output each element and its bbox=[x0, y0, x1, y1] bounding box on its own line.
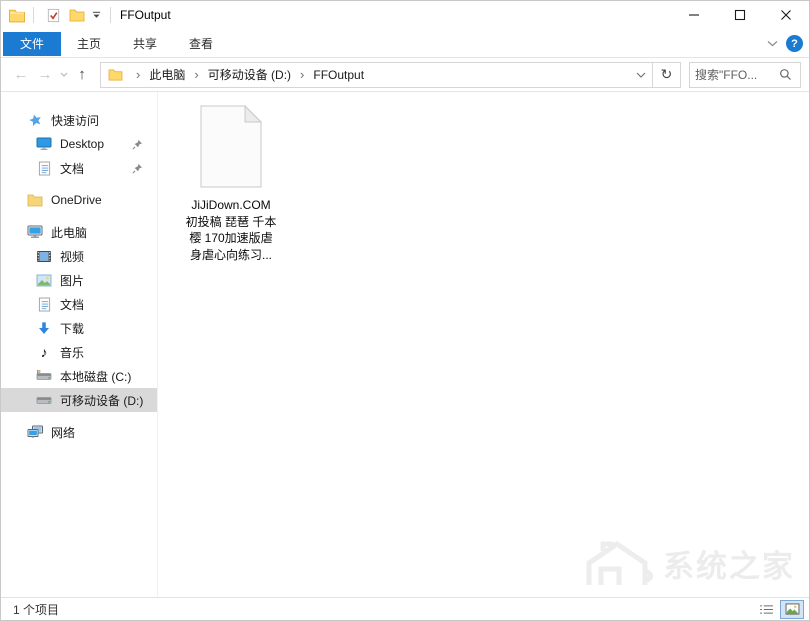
document-icon bbox=[36, 296, 52, 312]
sidebar-item-label: 网络 bbox=[51, 425, 76, 440]
customize-quick-access-toolbar-button[interactable] bbox=[89, 4, 103, 26]
separator bbox=[110, 7, 111, 23]
watermark-house-logo bbox=[581, 537, 659, 589]
address-row: ← → ↑ › 此电脑 › 可移动设备 (D:) › FFOutput ↻ bbox=[1, 58, 809, 92]
sidebar-item-music[interactable]: ♪ 音乐 bbox=[1, 340, 157, 364]
search-input[interactable] bbox=[695, 67, 779, 82]
sidebar-item-documents-quick[interactable]: 文档 bbox=[1, 156, 157, 180]
folder-window-icon bbox=[8, 8, 26, 23]
pin-icon bbox=[132, 139, 143, 150]
maximize-button[interactable] bbox=[717, 1, 763, 29]
breadcrumb-this-pc[interactable]: 此电脑 bbox=[146, 66, 188, 83]
status-bar: 1 个项目 bbox=[1, 597, 809, 620]
item-count: 1 个项目 bbox=[13, 602, 60, 617]
desktop-monitor-icon bbox=[36, 136, 52, 152]
separator bbox=[33, 7, 34, 23]
address-bar[interactable]: › 此电脑 › 可移动设备 (D:) › FFOutput bbox=[100, 61, 653, 88]
sidebar-item-pictures[interactable]: 图片 bbox=[1, 268, 157, 292]
help-button[interactable]: ? bbox=[786, 35, 803, 52]
file-list-area[interactable]: JiJiDown.COM 初投稿 琵琶 千本 樱 170加速版虐 身虐心向练习.… bbox=[158, 92, 809, 597]
tab-home[interactable]: 主页 bbox=[61, 32, 117, 56]
sidebar-item-label: 音乐 bbox=[60, 345, 85, 360]
sidebar-item-label: 本地磁盘 (C:) bbox=[60, 369, 132, 384]
sidebar-item-downloads[interactable]: 下载 bbox=[1, 316, 157, 340]
downloads-arrow-icon bbox=[36, 320, 52, 336]
network-icon bbox=[27, 424, 43, 440]
recent-locations-chevron-icon[interactable] bbox=[57, 63, 70, 87]
sidebar-item-label: 文档 bbox=[60, 161, 85, 176]
music-note-icon: ♪ bbox=[40, 344, 48, 360]
tab-share[interactable]: 共享 bbox=[117, 32, 173, 56]
file-name: JiJiDown.COM 初投稿 琵琶 千本 樱 170加速版虐 身虐心向练习.… bbox=[185, 198, 277, 262]
sidebar-item-label: Desktop bbox=[60, 137, 105, 151]
sidebar-item-network[interactable]: 网络 bbox=[1, 420, 157, 444]
watermark: 系统之家 bbox=[581, 537, 795, 589]
caption-buttons bbox=[671, 1, 809, 29]
breadcrumb-ffoutput[interactable]: FFOutput bbox=[310, 68, 367, 82]
removable-drive-icon bbox=[36, 392, 52, 408]
breadcrumb-separator: › bbox=[136, 67, 141, 82]
onedrive-folder-icon bbox=[27, 192, 43, 208]
sidebar-item-this-pc[interactable]: 此电脑 bbox=[1, 220, 157, 244]
document-icon bbox=[36, 160, 52, 176]
tab-file[interactable]: 文件 bbox=[3, 31, 62, 56]
videos-icon bbox=[36, 248, 52, 264]
sidebar-item-label: 文档 bbox=[60, 297, 85, 312]
ribbon-tab-row: 文件 主页 共享 查看 ? bbox=[1, 29, 809, 58]
sidebar-item-label: 此电脑 bbox=[51, 225, 88, 240]
pictures-icon bbox=[36, 272, 52, 288]
sidebar-item-label: 下载 bbox=[60, 321, 85, 336]
refresh-button[interactable]: ↻ bbox=[653, 61, 681, 88]
sidebar-item-label: 可移动设备 (D:) bbox=[60, 393, 144, 408]
title-bar: FFOutput bbox=[1, 1, 809, 29]
file-item[interactable]: JiJiDown.COM 初投稿 琵琶 千本 樱 170加速版虐 身虐心向练习.… bbox=[170, 105, 292, 263]
back-button[interactable]: ← bbox=[9, 63, 33, 87]
new-folder-button[interactable] bbox=[65, 4, 89, 26]
breadcrumb: › 此电脑 › 可移动设备 (D:) › FFOutput bbox=[130, 66, 367, 83]
sidebar-item-documents[interactable]: 文档 bbox=[1, 292, 157, 316]
local-disk-icon bbox=[36, 368, 52, 384]
sidebar-item-label: 快速访问 bbox=[51, 113, 100, 128]
window-title: FFOutput bbox=[120, 8, 171, 22]
blank-file-icon bbox=[200, 105, 262, 188]
sidebar-item-desktop[interactable]: Desktop bbox=[1, 132, 157, 156]
sidebar-item-onedrive[interactable]: OneDrive bbox=[1, 188, 157, 212]
watermark-text: 系统之家 bbox=[663, 548, 795, 584]
close-button[interactable] bbox=[763, 1, 809, 29]
breadcrumb-removable-d[interactable]: 可移动设备 (D:) bbox=[205, 66, 294, 83]
quick-access-star-icon bbox=[27, 112, 43, 128]
address-dropdown-chevron-icon[interactable] bbox=[630, 63, 652, 87]
breadcrumb-separator: › bbox=[300, 67, 305, 82]
this-pc-icon bbox=[27, 224, 43, 240]
folder-icon bbox=[108, 68, 123, 81]
sidebar-item-removable-d[interactable]: 可移动设备 (D:) bbox=[1, 388, 157, 412]
details-view-button[interactable] bbox=[754, 600, 778, 619]
search-box[interactable] bbox=[689, 61, 801, 88]
sidebar-item-label: OneDrive bbox=[51, 193, 102, 207]
navigation-pane: 快速访问 Desktop 文档 OneDrive 此电脑 视频 图片 文档 下载… bbox=[1, 92, 158, 597]
sidebar-item-quick-access[interactable]: 快速访问 bbox=[1, 108, 157, 132]
pin-icon bbox=[132, 163, 143, 174]
sidebar-item-label: 图片 bbox=[60, 273, 85, 288]
forward-button[interactable]: → bbox=[33, 63, 57, 87]
properties-button[interactable] bbox=[41, 4, 65, 26]
explorer-window: FFOutput 文件 主页 共享 查看 ? ← → ↑ › 此电脑 › 可移动… bbox=[0, 0, 810, 621]
sidebar-item-videos[interactable]: 视频 bbox=[1, 244, 157, 268]
search-icon bbox=[779, 68, 792, 81]
expand-ribbon-chevron-icon[interactable] bbox=[767, 40, 778, 47]
sidebar-item-label: 视频 bbox=[60, 249, 85, 264]
minimize-button[interactable] bbox=[671, 1, 717, 29]
up-button[interactable]: ↑ bbox=[70, 63, 94, 87]
sidebar-item-local-disk-c[interactable]: 本地磁盘 (C:) bbox=[1, 364, 157, 388]
tab-view[interactable]: 查看 bbox=[173, 32, 229, 56]
large-icons-view-button[interactable] bbox=[780, 599, 804, 619]
breadcrumb-separator: › bbox=[194, 67, 199, 82]
